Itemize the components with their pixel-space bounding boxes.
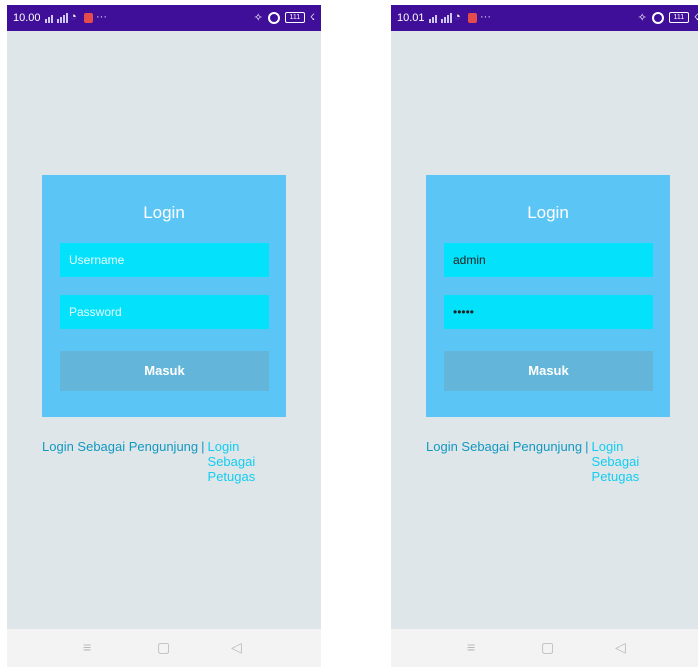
status-indicators: ✧ 111 ☇ bbox=[254, 11, 315, 24]
username-input[interactable]: admin bbox=[444, 243, 653, 277]
staff-login-link[interactable]: Login Sebagai Petugas bbox=[208, 439, 268, 484]
wifi-icon: ◔ bbox=[454, 11, 461, 23]
status-indicators: ✧ 111 ☇ bbox=[638, 11, 698, 24]
more-icon: ··· bbox=[480, 11, 491, 23]
visitor-login-link[interactable]: Login Sebagai Pengunjung bbox=[426, 439, 582, 454]
wifi-icon: ◔ bbox=[70, 11, 77, 23]
vibrate-icon: ✧ bbox=[637, 12, 647, 24]
vibrate-icon: ✧ bbox=[253, 12, 263, 24]
staff-login-link[interactable]: Login Sebagai Petugas bbox=[592, 439, 652, 484]
status-bar: 10.01 ◔ ··· ✧ 111 ☇ bbox=[391, 5, 698, 31]
username-placeholder: Username bbox=[69, 253, 125, 267]
alarm-icon bbox=[651, 11, 664, 24]
navigation-bar: ≡ ▢ ◁ bbox=[7, 629, 321, 667]
login-title: Login bbox=[527, 203, 569, 222]
back-icon[interactable]: ◁ bbox=[231, 639, 242, 656]
home-icon[interactable]: ▢ bbox=[157, 639, 170, 656]
battery-icon: 111 bbox=[284, 12, 305, 23]
status-time: 10.01 bbox=[397, 12, 425, 24]
login-links: Login Sebagai Pengunjung | Login Sebagai… bbox=[42, 439, 268, 484]
link-separator: | bbox=[201, 439, 205, 454]
visitor-login-link[interactable]: Login Sebagai Pengunjung bbox=[42, 439, 198, 454]
signal-icon bbox=[57, 13, 68, 23]
status-time: 10.00 bbox=[13, 12, 41, 24]
login-title: Login bbox=[143, 203, 185, 222]
battery-icon: 111 bbox=[668, 12, 689, 23]
status-bar: 10.00 ◔ ··· ✧ 111 ☇ bbox=[7, 5, 321, 31]
password-placeholder: Password bbox=[69, 305, 122, 319]
navigation-bar: ≡ ▢ ◁ bbox=[391, 629, 698, 667]
notification-icon bbox=[84, 13, 93, 23]
username-input[interactable]: Username bbox=[60, 243, 269, 277]
home-icon[interactable]: ▢ bbox=[541, 639, 554, 656]
login-card: Login admin ••••• Masuk bbox=[426, 175, 670, 417]
masuk-button[interactable]: Masuk bbox=[444, 351, 653, 391]
more-icon: ··· bbox=[96, 11, 107, 23]
signal-icon bbox=[429, 13, 437, 23]
phone-screen-filled: 10.01 ◔ ··· ✧ 111 ☇ Login admin ••••• Ma… bbox=[391, 5, 698, 667]
password-input[interactable]: Password bbox=[60, 295, 269, 329]
back-icon[interactable]: ◁ bbox=[615, 639, 626, 656]
login-links: Login Sebagai Pengunjung | Login Sebagai… bbox=[426, 439, 652, 484]
charging-icon: ☇ bbox=[693, 12, 698, 22]
notification-icon bbox=[468, 13, 477, 23]
signal-icon bbox=[441, 13, 452, 23]
phone-screen-empty: 10.00 ◔ ··· ✧ 111 ☇ Login Username Passw… bbox=[7, 5, 321, 667]
login-card: Login Username Password Masuk bbox=[42, 175, 286, 417]
password-input[interactable]: ••••• bbox=[444, 295, 653, 329]
alarm-icon bbox=[267, 11, 280, 24]
charging-icon: ☇ bbox=[309, 12, 315, 22]
menu-icon[interactable]: ≡ bbox=[467, 639, 475, 655]
username-value: admin bbox=[453, 253, 486, 267]
masuk-button[interactable]: Masuk bbox=[60, 351, 269, 391]
password-value: ••••• bbox=[453, 305, 475, 319]
menu-icon[interactable]: ≡ bbox=[83, 639, 91, 655]
signal-icon bbox=[45, 13, 53, 23]
link-separator: | bbox=[585, 439, 589, 454]
